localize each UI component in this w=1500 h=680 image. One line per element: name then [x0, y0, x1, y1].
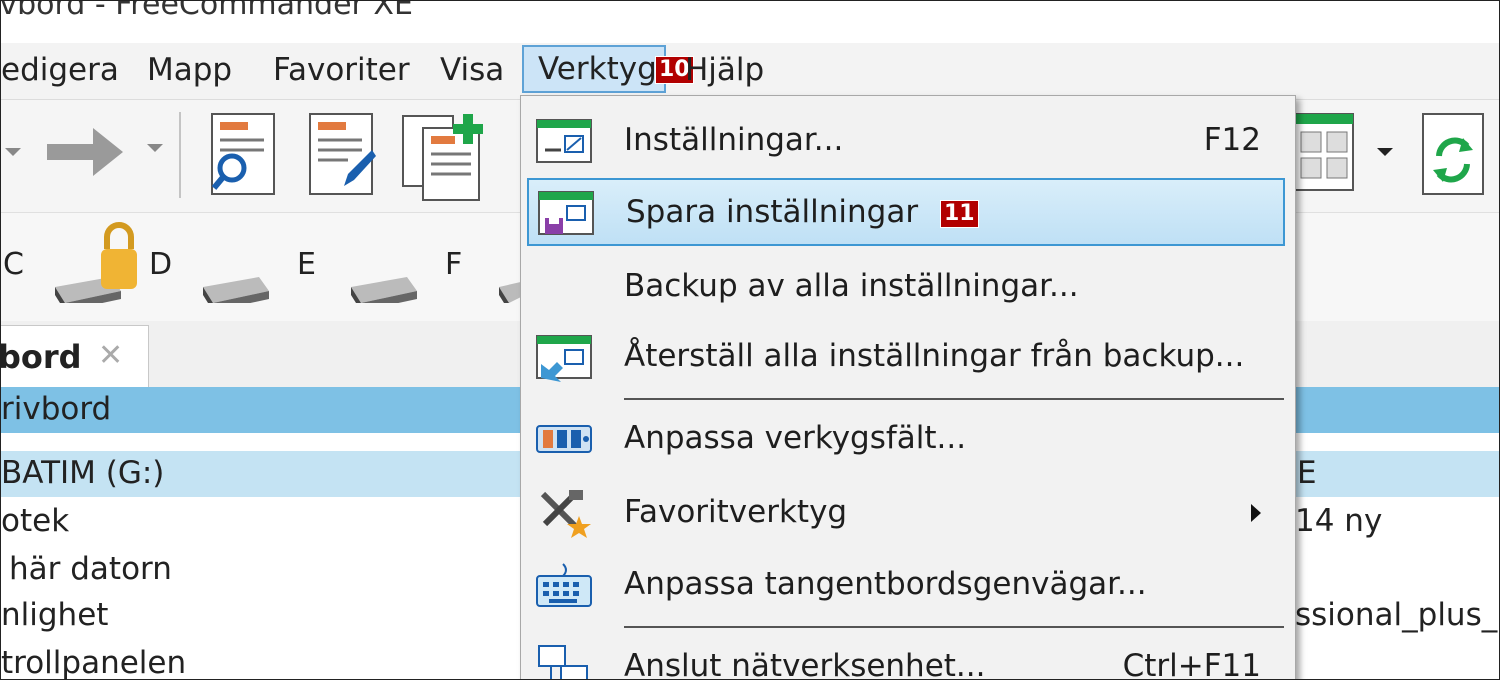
menu-favoriter[interactable]: Favoriter: [259, 51, 424, 89]
menu-item-installningar[interactable]: Inställningar... F12: [527, 108, 1281, 172]
menu-item-anslut-natverksenhet[interactable]: Anslut nätverksenhet... Ctrl+F11: [527, 634, 1281, 680]
forward-dropdown-icon[interactable]: [145, 140, 165, 160]
close-icon[interactable]: ✕: [98, 338, 123, 373]
view-file-icon[interactable]: [206, 110, 280, 198]
menu-verktyg[interactable]: Verktyg: [522, 45, 666, 93]
menu-visa[interactable]: Visa: [426, 51, 518, 89]
menu-bar: edigera Mapp Favoriter Visa Verktyg 10 H…: [1, 43, 1499, 100]
list-item-name: otek: [1, 503, 70, 539]
drive-f-label[interactable]: F: [445, 247, 462, 282]
new-file-icon[interactable]: [401, 110, 493, 202]
menu-item-spara-installningar[interactable]: Spara inställningar 11: [527, 178, 1285, 246]
edit-file-icon[interactable]: [304, 110, 378, 198]
list-item-detail: ssional_plus_2: [1295, 597, 1500, 633]
menu-item-label: Anpassa tangentbordsgenvägar...: [624, 566, 1147, 602]
drive-c-label[interactable]: C: [3, 247, 24, 282]
menu-item-label: Spara inställningar 11: [626, 194, 979, 230]
layout-grid-icon[interactable]: [1291, 110, 1357, 194]
list-item-detail: E: [1297, 455, 1317, 491]
drive-d-label[interactable]: D: [149, 247, 172, 282]
menu-item-label: Backup av alla inställningar...: [624, 268, 1079, 304]
menu-item-shortcut: Ctrl+F11: [1122, 648, 1261, 680]
keyboard-icon: [536, 563, 592, 607]
menu-item-backup[interactable]: Backup av alla inställningar...: [527, 254, 1281, 318]
menu-item-anpassa-verktygsfalt[interactable]: Anpassa verkygsfält...: [527, 406, 1281, 470]
menu-hjalp[interactable]: Hjälp: [671, 51, 778, 89]
menu-item-anpassa-tangentbord[interactable]: Anpassa tangentbordsgenvägar...: [527, 552, 1281, 616]
window-title: ivbord - FreeCommander XE: [0, 0, 413, 22]
list-item-name: här datorn: [9, 551, 172, 587]
menu-item-shortcut: F12: [1203, 122, 1261, 158]
drive-e-label[interactable]: E: [297, 247, 316, 282]
step-badge-11: 11: [939, 199, 979, 228]
menu-item-aterstall[interactable]: Återställ alla inställningar från backup…: [527, 324, 1281, 388]
sync-icon[interactable]: [1419, 110, 1489, 198]
title-bar: ivbord - FreeCommander XE: [0, 0, 1499, 25]
menu-item-label: Inställningar...: [624, 122, 844, 158]
back-dropdown-icon[interactable]: [1, 136, 31, 166]
menu-separator: [624, 398, 1284, 400]
list-item-name: nlighet: [1, 597, 109, 633]
network-drive-icon: [538, 645, 588, 679]
menu-item-favoritverktyg[interactable]: Favoritverktyg: [527, 480, 1281, 544]
list-item-name: rivbord: [1, 391, 112, 427]
submenu-arrow-icon: [1251, 504, 1261, 522]
save-settings-icon: [538, 191, 594, 235]
forward-arrow-icon[interactable]: [43, 122, 127, 182]
verktyg-menu: Inställningar... F12 Spara inställningar…: [520, 95, 1296, 680]
menu-verktyg-label: Verktyg: [538, 51, 657, 87]
list-item-name: BATIM (G:): [1, 455, 165, 491]
tab-desktop[interactable]: bord ✕: [0, 325, 149, 390]
tab-desktop-label: bord: [0, 338, 82, 376]
lock-icon: [101, 222, 137, 289]
settings-window-icon: [536, 119, 592, 163]
menu-mapp[interactable]: Mapp: [133, 51, 246, 89]
menu-item-label: Favoritverktyg: [624, 494, 848, 530]
toolbar-icon: [536, 425, 592, 453]
layout-dropdown-icon[interactable]: [1373, 144, 1397, 164]
tools-star-icon: [540, 490, 591, 538]
drive-f-icon[interactable]: [349, 273, 417, 303]
menu-item-label: Anslut nätverksenhet...: [624, 648, 986, 680]
menu-item-label: Återställ alla inställningar från backup…: [624, 338, 1245, 374]
list-item-name: trollpanelen: [1, 645, 187, 680]
menu-redigera[interactable]: edigera: [1, 51, 133, 89]
menu-separator: [624, 626, 1284, 628]
menu-item-text: Spara inställningar: [626, 194, 919, 230]
toolbar-separator: [179, 112, 181, 198]
drive-e-icon[interactable]: [201, 273, 269, 303]
list-item-detail: 14 ny: [1295, 503, 1383, 539]
restore-settings-icon: [536, 335, 592, 382]
app-window: ivbord - FreeCommander XE edigera Mapp F…: [0, 0, 1500, 680]
menu-item-label: Anpassa verkygsfält...: [624, 420, 967, 456]
